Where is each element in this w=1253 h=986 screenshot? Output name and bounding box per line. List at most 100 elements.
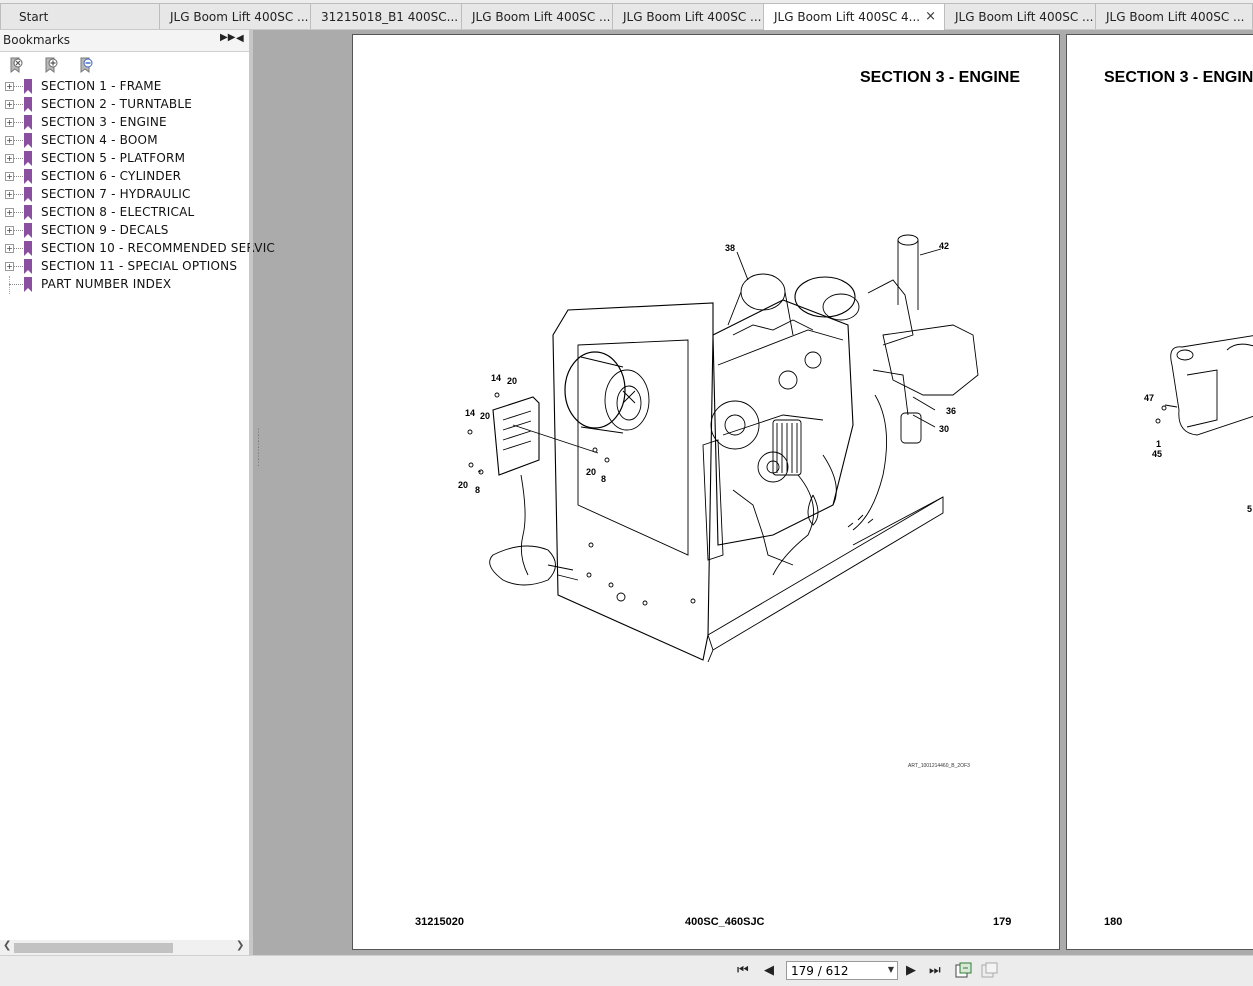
footer-page-number: 180	[1104, 916, 1123, 928]
tab-label: Start	[19, 10, 49, 24]
bookmark-icon	[24, 241, 32, 256]
splitter-grip-icon[interactable]: ⋮ ⋮ ⋮ ⋮ ⋮ ⋮	[254, 429, 263, 468]
double-chevron-right-icon[interactable]: ▶▶	[220, 32, 235, 43]
expand-icon[interactable]: +	[5, 136, 14, 145]
tab-document[interactable]: JLG Boom Lift 400SC ...	[612, 3, 764, 29]
bookmark-icon	[24, 115, 32, 130]
bookmark-item[interactable]: + SECTION 6 - CYLINDER	[0, 168, 249, 186]
tab-label: JLG Boom Lift 400SC ...	[955, 10, 1094, 24]
bookmark-icon	[24, 169, 32, 184]
tab-close-icon[interactable]: ×	[925, 9, 936, 24]
callout-label: 8	[475, 485, 481, 495]
bookmark-item[interactable]: + SECTION 8 - ELECTRICAL	[0, 204, 249, 222]
bookmark-item[interactable]: + SECTION 1 - FRAME	[0, 78, 249, 96]
expand-icon[interactable]: +	[5, 244, 14, 253]
bookmark-label: SECTION 8 - ELECTRICAL	[41, 205, 195, 219]
expand-icon[interactable]: +	[5, 226, 14, 235]
tab-document[interactable]: JLG Boom Lift 400SC ...	[159, 3, 311, 29]
bookmark-label: SECTION 11 - SPECIAL OPTIONS	[41, 259, 238, 273]
bookmark-item[interactable]: PART NUMBER INDEX	[0, 276, 249, 294]
bookmark-icon	[24, 223, 32, 238]
bookmark-item[interactable]: + SECTION 9 - DECALS	[0, 222, 249, 240]
callout-label: 47	[1144, 393, 1155, 403]
scroll-left-icon[interactable]: ❮	[3, 940, 11, 951]
next-page-icon[interactable]: ▶	[906, 963, 916, 978]
bookmark-label: SECTION 10 - RECOMMENDED SERVIC	[41, 241, 276, 255]
bookmarks-panel: Bookmarks ▶▶ ◀ + SECTION 1 - FRAME + SECTI…	[0, 30, 275, 955]
bookmark-tree: + SECTION 1 - FRAME + SECTION 2 - TURNTABL…	[0, 78, 275, 294]
page-navigation-bar: ⏮ ◀ 179 / 612 ▼ ▶ ⏭	[0, 955, 1253, 986]
tab-start[interactable]: Start	[0, 3, 160, 29]
tab-document-active[interactable]: JLG Boom Lift 400SC 4... ×	[763, 3, 945, 30]
callout-label: 20	[458, 480, 469, 490]
tab-document[interactable]: JLG Boom Lift 400SC ...	[1095, 3, 1253, 29]
bookmark-item[interactable]: + SECTION 7 - HYDRAULIC	[0, 186, 249, 204]
footer-doc-number: 31215020	[415, 916, 464, 928]
bookmark-add-icon[interactable]	[43, 57, 59, 73]
scrollbar-thumb[interactable]	[14, 943, 173, 953]
footer-page-number: 179	[993, 916, 1012, 928]
expand-icon[interactable]: +	[5, 172, 14, 181]
callout-label: 8	[601, 474, 607, 484]
bookmarks-horizontal-scrollbar[interactable]: ❮ ❯	[0, 940, 249, 955]
triangle-left-icon[interactable]: ◀	[236, 33, 244, 44]
page-number-input[interactable]: 179 / 612 ▼	[786, 961, 898, 980]
last-page-icon[interactable]: ⏭	[929, 963, 941, 978]
bookmark-item[interactable]: + SECTION 2 - TURNTABLE	[0, 96, 249, 114]
bookmark-label: SECTION 1 - FRAME	[41, 79, 162, 93]
callout-label: 14	[491, 373, 502, 383]
previous-page-icon[interactable]: ◀	[764, 963, 774, 978]
bookmark-icon	[24, 133, 32, 148]
bookmark-item[interactable]: + SECTION 11 - SPECIAL OPTIONS	[0, 258, 249, 276]
bookmark-icon	[24, 205, 32, 220]
expand-icon[interactable]: +	[5, 154, 14, 163]
engine-assembly-illustration	[467, 234, 979, 663]
callout-label: 14	[465, 408, 476, 418]
engine-part-illustration	[1155, 335, 1253, 436]
callout-label: 30	[939, 424, 950, 434]
chevron-down-icon[interactable]: ▼	[888, 965, 894, 974]
facing-view-icon[interactable]	[981, 962, 999, 978]
tab-label: JLG Boom Lift 400SC ...	[1106, 10, 1245, 24]
tab-document[interactable]: JLG Boom Lift 400SC ...	[944, 3, 1096, 29]
expand-icon[interactable]: +	[5, 118, 14, 127]
callout-label: 38	[725, 243, 736, 253]
callout-label: 36	[946, 406, 957, 416]
bookmarks-panel-header: Bookmarks ▶▶ ◀	[0, 30, 249, 52]
bookmark-icon	[24, 187, 32, 202]
panel-splitter[interactable]	[250, 30, 253, 955]
expand-icon[interactable]: +	[5, 190, 14, 199]
callout-label: 5	[1247, 504, 1253, 514]
document-tab-bar: Start JLG Boom Lift 400SC ... 31215018_B…	[0, 0, 1253, 30]
document-page-179: SECTION 3 - ENGINE 38 42 36 30 14 20 14 …	[352, 34, 1060, 950]
continuous-view-icon[interactable]	[955, 962, 973, 978]
bookmark-item[interactable]: + SECTION 4 - BOOM	[0, 132, 249, 150]
bookmark-item[interactable]: + SECTION 3 - ENGINE	[0, 114, 249, 132]
bookmark-item[interactable]: + SECTION 5 - PLATFORM	[0, 150, 249, 168]
first-page-icon[interactable]: ⏮	[737, 963, 749, 978]
bookmark-icon	[24, 259, 32, 274]
tab-label: JLG Boom Lift 400SC ...	[623, 10, 762, 24]
document-page-180: SECTION 3 - ENGIN 47 1 45 5 180	[1066, 34, 1253, 950]
callout-label: 45	[1152, 449, 1163, 459]
bookmark-label: PART NUMBER INDEX	[41, 277, 172, 291]
callout-label: 42	[939, 241, 950, 251]
bookmark-item[interactable]: + SECTION 10 - RECOMMENDED SERVIC	[0, 240, 275, 258]
expand-icon[interactable]: +	[5, 100, 14, 109]
page-indicator-text: 179 / 612	[791, 964, 849, 978]
expand-icon[interactable]: +	[5, 208, 14, 217]
tab-document[interactable]: JLG Boom Lift 400SC ...	[461, 3, 613, 29]
bookmark-icon	[24, 97, 32, 112]
bookmark-icon	[24, 151, 32, 166]
expand-icon[interactable]: +	[5, 262, 14, 271]
bookmark-delete-icon[interactable]	[8, 57, 24, 73]
tab-label: JLG Boom Lift 400SC ...	[170, 10, 309, 24]
scroll-right-icon[interactable]: ❯	[236, 940, 244, 951]
art-reference-number: ART_1001214460_B_2OF3	[908, 763, 970, 769]
tab-label: JLG Boom Lift 400SC 4...	[774, 10, 921, 24]
bookmark-find-icon[interactable]	[78, 57, 94, 73]
expand-icon[interactable]: +	[5, 82, 14, 91]
tab-document[interactable]: 31215018_B1 400SC...	[310, 3, 462, 29]
footer-model: 400SC_460SJC	[685, 916, 765, 928]
tab-label: JLG Boom Lift 400SC ...	[472, 10, 611, 24]
